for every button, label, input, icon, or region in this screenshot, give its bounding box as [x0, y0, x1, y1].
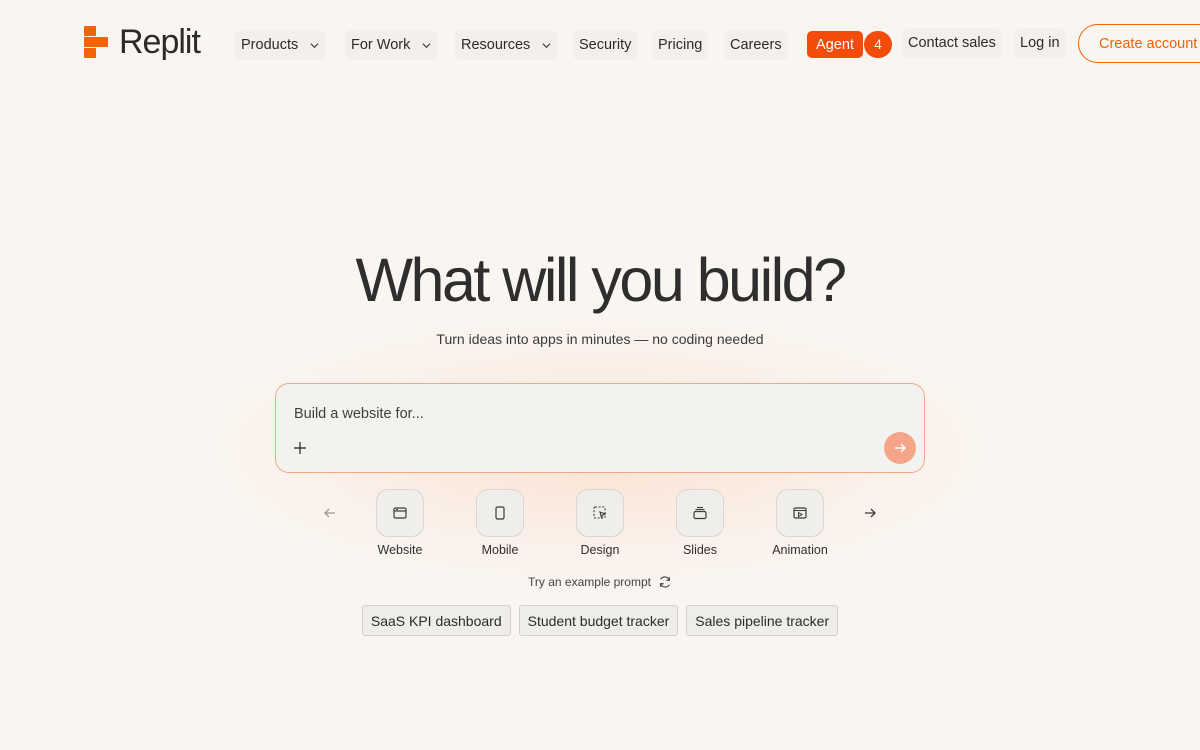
arrow-right-icon [895, 443, 906, 453]
agent-count-badge[interactable]: 4 [864, 31, 892, 58]
category-label: Animation [772, 543, 828, 557]
chevron-down-icon [422, 42, 431, 48]
page: Replit Products For Work Resources Secur… [0, 0, 1200, 750]
prompt-box [275, 383, 925, 473]
example-chip[interactable]: Student budget tracker [518, 605, 679, 636]
plus-icon[interactable] [292, 440, 308, 456]
replit-logo-icon [84, 26, 108, 58]
nav-item-careers[interactable]: Careers [724, 30, 788, 60]
agent-button[interactable]: Agent [807, 31, 863, 58]
contact-sales-link[interactable]: Contact sales [902, 28, 1002, 58]
category-website[interactable]: Website [360, 489, 440, 557]
top-nav: Replit Products For Work Resources Secur… [0, 0, 1200, 88]
arrow-right-icon [865, 508, 876, 518]
browser-window-icon [393, 507, 407, 519]
prompt-input[interactable] [294, 404, 874, 424]
example-prompt-row: Try an example prompt [0, 575, 1200, 589]
example-chip[interactable]: Sales pipeline tracker [686, 605, 839, 636]
chevron-down-icon [542, 42, 551, 48]
category-label: Design [580, 543, 620, 557]
phone-icon [495, 506, 505, 520]
carousel-next-button[interactable] [857, 500, 883, 526]
category-mobile[interactable]: Mobile [460, 489, 540, 557]
nav-item-products[interactable]: Products [235, 30, 326, 60]
hero-subtitle: Turn ideas into apps in minutes — no cod… [436, 331, 764, 347]
nav-item-security[interactable]: Security [573, 30, 638, 60]
carousel-prev-button[interactable] [317, 500, 343, 526]
example-chips: SaaS KPI dashboard Student budget tracke… [0, 605, 1200, 636]
login-link[interactable]: Log in [1014, 28, 1066, 58]
category-label: Website [377, 543, 423, 557]
nav-item-resources[interactable]: Resources [455, 30, 558, 60]
example-prompt-label: Try an example prompt [528, 575, 651, 589]
play-window-icon [793, 507, 807, 519]
arrow-left-icon [324, 508, 335, 518]
refresh-icon[interactable] [658, 575, 672, 589]
hero-title: What will you build? [355, 246, 847, 314]
example-chip[interactable]: SaaS KPI dashboard [361, 605, 511, 636]
send-button[interactable] [884, 432, 916, 464]
category-design[interactable]: Design [560, 489, 640, 557]
replit-logo[interactable]: Replit [84, 23, 201, 61]
slides-stack-icon [693, 506, 707, 520]
create-account-button[interactable]: Create account [1078, 24, 1200, 63]
category-animation[interactable]: Animation [760, 489, 840, 557]
chevron-down-icon [310, 42, 319, 48]
brand-name: Replit [119, 23, 201, 61]
category-label: Mobile [481, 543, 519, 557]
category-slides[interactable]: Slides [660, 489, 740, 557]
nav-item-pricing[interactable]: Pricing [652, 30, 709, 60]
category-label: Slides [682, 543, 718, 557]
nav-item-for-work[interactable]: For Work [345, 30, 438, 60]
design-cursor-icon [593, 506, 607, 520]
